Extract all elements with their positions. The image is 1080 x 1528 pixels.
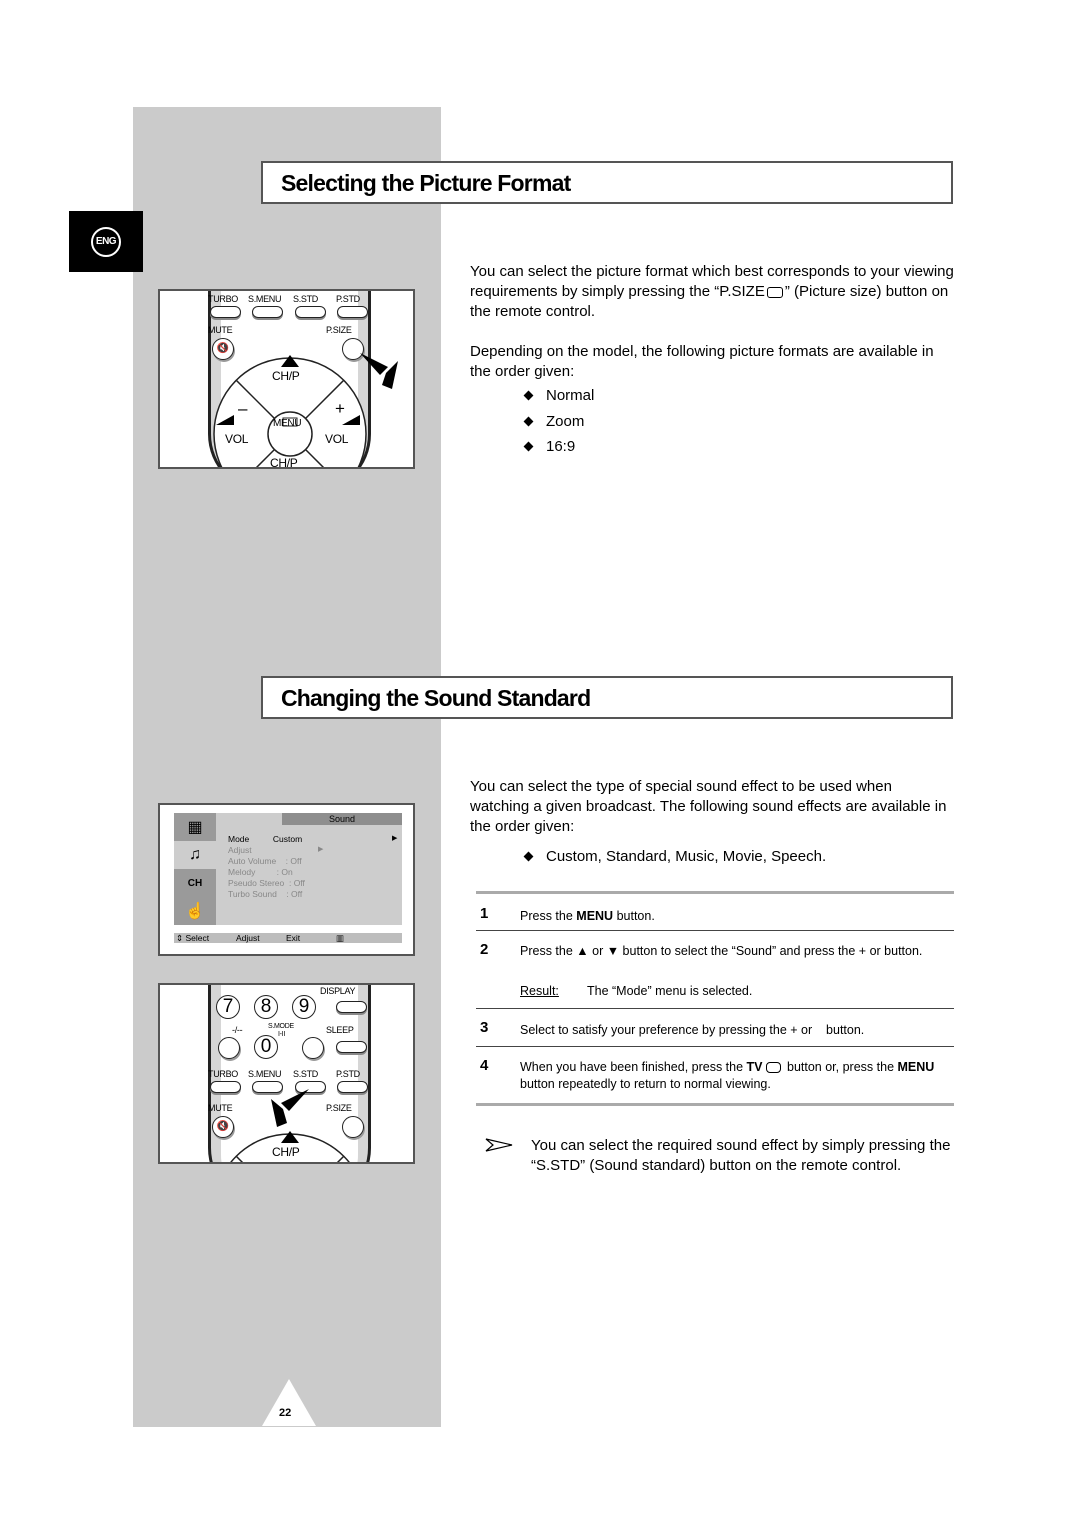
vol-left-label: VOL	[225, 432, 249, 446]
number-9-button[interactable]: 9	[292, 995, 316, 1019]
submenu-arrow-icon: ▶	[318, 846, 324, 853]
turbo-label: TURBO	[208, 294, 239, 304]
vol-minus-label: –	[238, 399, 248, 418]
osd-item-auto-volume: Auto Volume : Off	[228, 856, 302, 866]
result-text: The “Mode” menu is selected.	[587, 984, 753, 998]
osd-sound-menu-illustration: ▦ ♫ CH ☝ Sound Mode Custom ▶ Adjust ▶ Au…	[158, 803, 415, 956]
diamond-bullet-icon	[523, 851, 534, 862]
osd-footer-exit: Exit	[286, 933, 301, 943]
sound-menu-icon: ♫	[174, 841, 216, 869]
picture-menu-icon: ▦	[187, 819, 203, 836]
language-badge: ENG	[69, 211, 143, 272]
chp-label: CH/P	[272, 1145, 300, 1159]
number-7-button[interactable]: 7	[216, 995, 240, 1019]
list-item: Zoom	[522, 409, 594, 435]
psize-label: P.SIZE	[326, 325, 352, 335]
osd-footer: ⇕ Select Adjust Exit ▥	[174, 933, 402, 943]
smenu-label: S.MENU	[248, 294, 282, 304]
number-8-button[interactable]: 8	[254, 995, 278, 1019]
picture-format-list: Normal Zoom 16:9	[522, 383, 594, 460]
osd-item-adjust: Adjust	[228, 845, 252, 855]
osd-header: Sound	[282, 813, 402, 825]
psize-label: P.SIZE	[326, 1103, 352, 1113]
list-item: 16:9	[522, 434, 594, 460]
picture-format-intro: You can select the picture format which …	[470, 263, 954, 320]
tv-icon	[765, 1062, 781, 1074]
dash-label: -/--	[232, 1025, 243, 1035]
pstd-label: P.STD	[336, 1069, 360, 1079]
vol-right-label: VOL	[325, 432, 349, 446]
psize-icon	[766, 286, 783, 298]
chp-up-label: CH/P	[272, 369, 300, 383]
step-item: 4 When you have been finished, press the…	[480, 1057, 935, 1091]
sstd-label: S.STD	[293, 294, 319, 304]
channel-menu-icon: CH	[187, 877, 203, 889]
list-item: Custom, Standard, Music, Movie, Speech.	[522, 844, 826, 870]
osd-item-mode: Mode Custom	[228, 834, 303, 844]
diamond-bullet-icon	[523, 416, 534, 427]
pstd-label: P.STD	[336, 294, 360, 304]
sound-standard-intro: You can select the type of special sound…	[470, 778, 947, 835]
step-item: 2 Press the ▲ or ▼ button to select the …	[480, 941, 923, 998]
pstd-button[interactable]	[337, 306, 368, 318]
display-button[interactable]	[336, 1001, 367, 1013]
submenu-arrow-icon: ▶	[392, 835, 398, 842]
osd-item-pseudo-stereo: Pseudo Stereo : Off	[228, 878, 305, 888]
note-arrow-icon	[485, 1138, 513, 1152]
osd-footer-adjust: Adjust	[236, 933, 260, 943]
pointer-arrow-icon	[271, 1089, 309, 1127]
number-0-button[interactable]: 0	[254, 1035, 278, 1059]
osd-item-melody: Melody : On	[228, 867, 293, 877]
picture-format-list-intro: Depending on the model, the following pi…	[470, 343, 934, 380]
page-number-badge: 22	[262, 1379, 316, 1426]
result-label: Result:	[520, 984, 559, 998]
vol-plus-label: +	[335, 399, 345, 418]
chp-down-label: CH/P	[270, 456, 298, 469]
step-item: 3 Select to satisfy your preference by p…	[480, 1019, 865, 1037]
section-title-text: Selecting the Picture Format	[281, 170, 571, 196]
turbo-label: TURBO	[208, 1069, 239, 1079]
dpad-icon	[213, 355, 367, 467]
section-title-sound-standard: Changing the Sound Standard	[261, 676, 953, 719]
menu-icon: ▥	[336, 933, 345, 943]
setup-hand-icon: ☝	[185, 903, 205, 920]
mute-label: MUTE	[208, 1103, 233, 1113]
steps-list: 1 Press the MENU button. 2 Press the ▲ o…	[476, 891, 954, 1106]
mute-label: MUTE	[208, 325, 233, 335]
turbo-button[interactable]	[210, 306, 241, 318]
section-title-picture-format: Selecting the Picture Format	[261, 161, 953, 204]
remote-illustration-psize: TURBO S.MENU S.STD P.STD MUTE P.SIZE 🔇 C…	[158, 289, 415, 469]
sleep-button[interactable]	[336, 1041, 367, 1053]
language-badge-label: ENG	[91, 227, 121, 257]
list-item: Normal	[522, 383, 594, 409]
display-label: DISPLAY	[320, 986, 356, 996]
smenu-label: S.MENU	[248, 1069, 282, 1079]
diamond-bullet-icon	[523, 441, 534, 452]
turbo-button[interactable]	[210, 1081, 241, 1093]
page-number: 22	[279, 1407, 292, 1419]
step-item: 1 Press the MENU button.	[480, 905, 655, 923]
section-title-text: Changing the Sound Standard	[281, 685, 591, 711]
remote-illustration-sstd: 7 8 9 DISPLAY -/-- S.MODE I-II SLEEP 0 T…	[158, 983, 415, 1164]
diamond-bullet-icon	[523, 390, 534, 401]
sstd-label: S.STD	[293, 1069, 319, 1079]
smode-label: S.MODE	[268, 1023, 294, 1030]
pstd-button[interactable]	[337, 1081, 368, 1093]
smenu-button[interactable]	[252, 306, 283, 318]
smode-sub-label: I-II	[278, 1031, 285, 1038]
menu-label[interactable]: MENU	[273, 418, 302, 429]
sstd-button[interactable]	[295, 306, 326, 318]
smode-button[interactable]	[302, 1037, 324, 1059]
osd-footer-select: ⇕ Select	[176, 933, 210, 943]
dash-button[interactable]	[218, 1037, 240, 1059]
osd-item-turbo-sound: Turbo Sound : Off	[228, 889, 303, 899]
sound-effect-list: Custom, Standard, Music, Movie, Speech.	[522, 844, 826, 870]
sleep-label: SLEEP	[326, 1025, 354, 1035]
